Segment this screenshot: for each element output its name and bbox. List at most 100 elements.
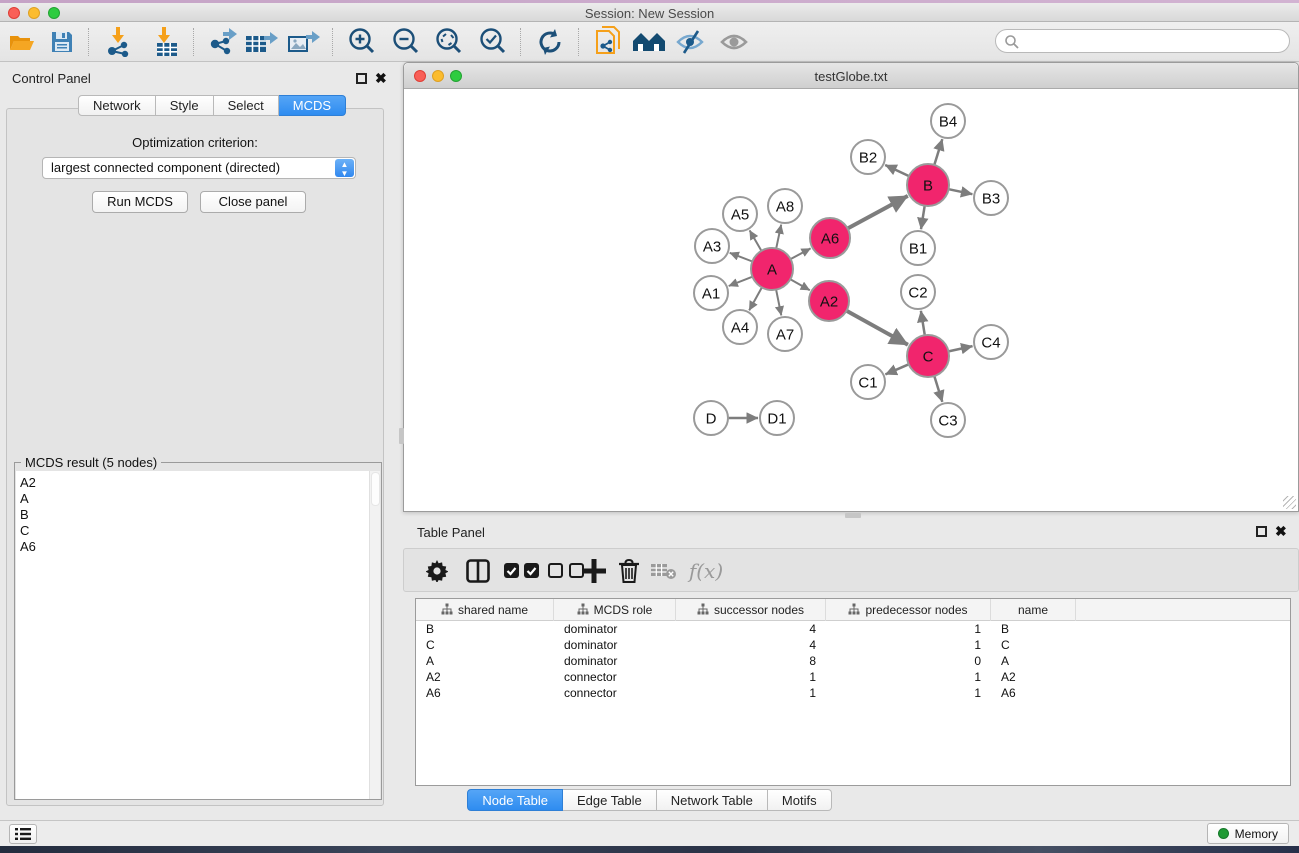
table-cell[interactable]: B [416,621,554,637]
table-cell[interactable]: 1 [826,685,991,701]
network-graph[interactable]: AA1A2A3A4A5A6A7A8BB1B2B3B4CC1C2C3C4DD1 [404,89,1298,511]
graph-edge-C-C2[interactable] [921,311,925,336]
export-table-button[interactable] [246,26,278,58]
table-cell[interactable]: A [416,653,554,669]
graph-edge-A-A2[interactable] [790,279,810,290]
table-cell[interactable]: 4 [676,637,826,653]
delete-table-button[interactable] [646,555,682,587]
table-cell[interactable]: B [991,621,1076,637]
tab-edge-table[interactable]: Edge Table [563,789,657,811]
table-cell[interactable]: 0 [826,653,991,669]
table-cell[interactable]: 1 [826,621,991,637]
first-neighbors-button[interactable] [630,26,668,58]
close-panel-icon[interactable]: ✖ [375,73,387,84]
tab-select[interactable]: Select [214,95,279,116]
close-panel-button[interactable]: Close panel [200,191,306,213]
mcds-result-list[interactable]: A2ABCA6 [16,471,370,799]
zoom-selected-button[interactable] [477,26,509,58]
graph-edge-B-B2[interactable] [885,165,909,176]
table-cell[interactable]: dominator [554,653,676,669]
table-cell[interactable]: 1 [676,669,826,685]
hide-selected-button[interactable] [674,26,706,58]
table-row[interactable]: Cdominator41C [416,637,1290,653]
column-header-shared-name[interactable]: shared name [416,599,554,621]
graph-edge-A-A3[interactable] [730,253,753,262]
network-hscroll-thumb[interactable] [845,513,861,518]
result-list-scrollbar[interactable] [369,471,380,799]
close-panel-icon[interactable]: ✖ [1275,526,1287,537]
search-input[interactable] [995,29,1290,53]
resize-grip[interactable] [1283,496,1296,509]
table-cell[interactable]: C [416,637,554,653]
float-panel-icon[interactable] [1256,526,1267,537]
table-cell[interactable]: dominator [554,637,676,653]
tab-style[interactable]: Style [156,95,214,116]
table-row[interactable]: Adominator80A [416,653,1290,669]
zoom-fit-button[interactable] [433,26,465,58]
graph-edge-C-C1[interactable] [885,364,908,374]
graph-edge-A-A1[interactable] [729,277,753,286]
network-window-titlebar[interactable]: testGlobe.txt [404,63,1298,89]
select-all-columns-button[interactable] [502,555,542,587]
table-cell[interactable]: connector [554,685,676,701]
result-item[interactable]: A2 [20,475,370,491]
create-column-button[interactable] [576,555,612,587]
result-item[interactable]: B [20,507,370,523]
graph-edge-A6-B[interactable] [848,196,908,229]
new-network-from-selection-button[interactable] [592,26,624,58]
refresh-layout-button[interactable] [534,26,566,58]
import-network-button[interactable] [102,26,134,58]
tab-mcds[interactable]: MCDS [279,95,346,116]
result-item[interactable]: A [20,491,370,507]
graph-edge-A-A4[interactable] [749,287,762,310]
save-session-button[interactable] [46,26,78,58]
tab-network[interactable]: Network [78,95,156,116]
column-header-MCDS-role[interactable]: MCDS role [554,599,676,621]
graph-edge-A-A8[interactable] [776,225,781,249]
table-cell[interactable]: connector [554,669,676,685]
run-mcds-button[interactable]: Run MCDS [92,191,188,213]
graph-edge-C-C3[interactable] [934,376,942,402]
memory-button[interactable]: Memory [1207,823,1289,844]
table-cell[interactable]: A6 [416,685,554,701]
criterion-select[interactable]: largest connected component (directed) ▲… [42,157,356,179]
column-header-name[interactable]: name [991,599,1076,621]
graph-edge-C-C4[interactable] [949,346,973,351]
delete-column-button[interactable] [612,555,646,587]
column-header-successor-nodes[interactable]: successor nodes [676,599,826,621]
tab-motifs[interactable]: Motifs [768,789,832,811]
task-history-button[interactable] [9,824,37,844]
tab-node-table[interactable]: Node Table [467,789,563,811]
tab-network-table[interactable]: Network Table [657,789,768,811]
float-panel-icon[interactable] [356,73,367,84]
table-cell[interactable]: A2 [991,669,1076,685]
graph-edge-A2-C[interactable] [847,311,908,345]
table-cell[interactable]: 4 [676,621,826,637]
column-header-predecessor-nodes[interactable]: predecessor nodes [826,599,991,621]
graph-edge-A-A5[interactable] [750,230,762,250]
network-vscroll-thumb[interactable] [399,428,404,444]
table-row[interactable]: A6connector11A6 [416,685,1290,701]
function-builder-button[interactable]: f(x) [686,555,726,587]
show-columns-button[interactable] [464,555,492,587]
export-network-button[interactable] [206,26,238,58]
show-hidden-button[interactable] [718,26,750,58]
table-settings-button[interactable] [424,555,450,587]
zoom-in-button[interactable] [346,26,378,58]
export-image-button[interactable] [288,26,320,58]
result-item[interactable]: C [20,523,370,539]
import-table-button[interactable] [150,26,182,58]
table-cell[interactable]: dominator [554,621,676,637]
table-cell[interactable]: C [991,637,1076,653]
graph-edge-A-A6[interactable] [791,248,811,259]
table-row[interactable]: A2connector11A2 [416,669,1290,685]
table-cell[interactable]: 1 [676,685,826,701]
graph-edge-B-B3[interactable] [949,189,973,194]
zoom-out-button[interactable] [390,26,422,58]
table-cell[interactable]: 1 [826,637,991,653]
graph-edge-B-B4[interactable] [934,139,942,165]
network-canvas[interactable]: AA1A2A3A4A5A6A7A8BB1B2B3B4CC1C2C3C4DD1 [404,89,1298,511]
table-cell[interactable]: A [991,653,1076,669]
table-cell[interactable]: 1 [826,669,991,685]
table-row[interactable]: Bdominator41B [416,621,1290,637]
